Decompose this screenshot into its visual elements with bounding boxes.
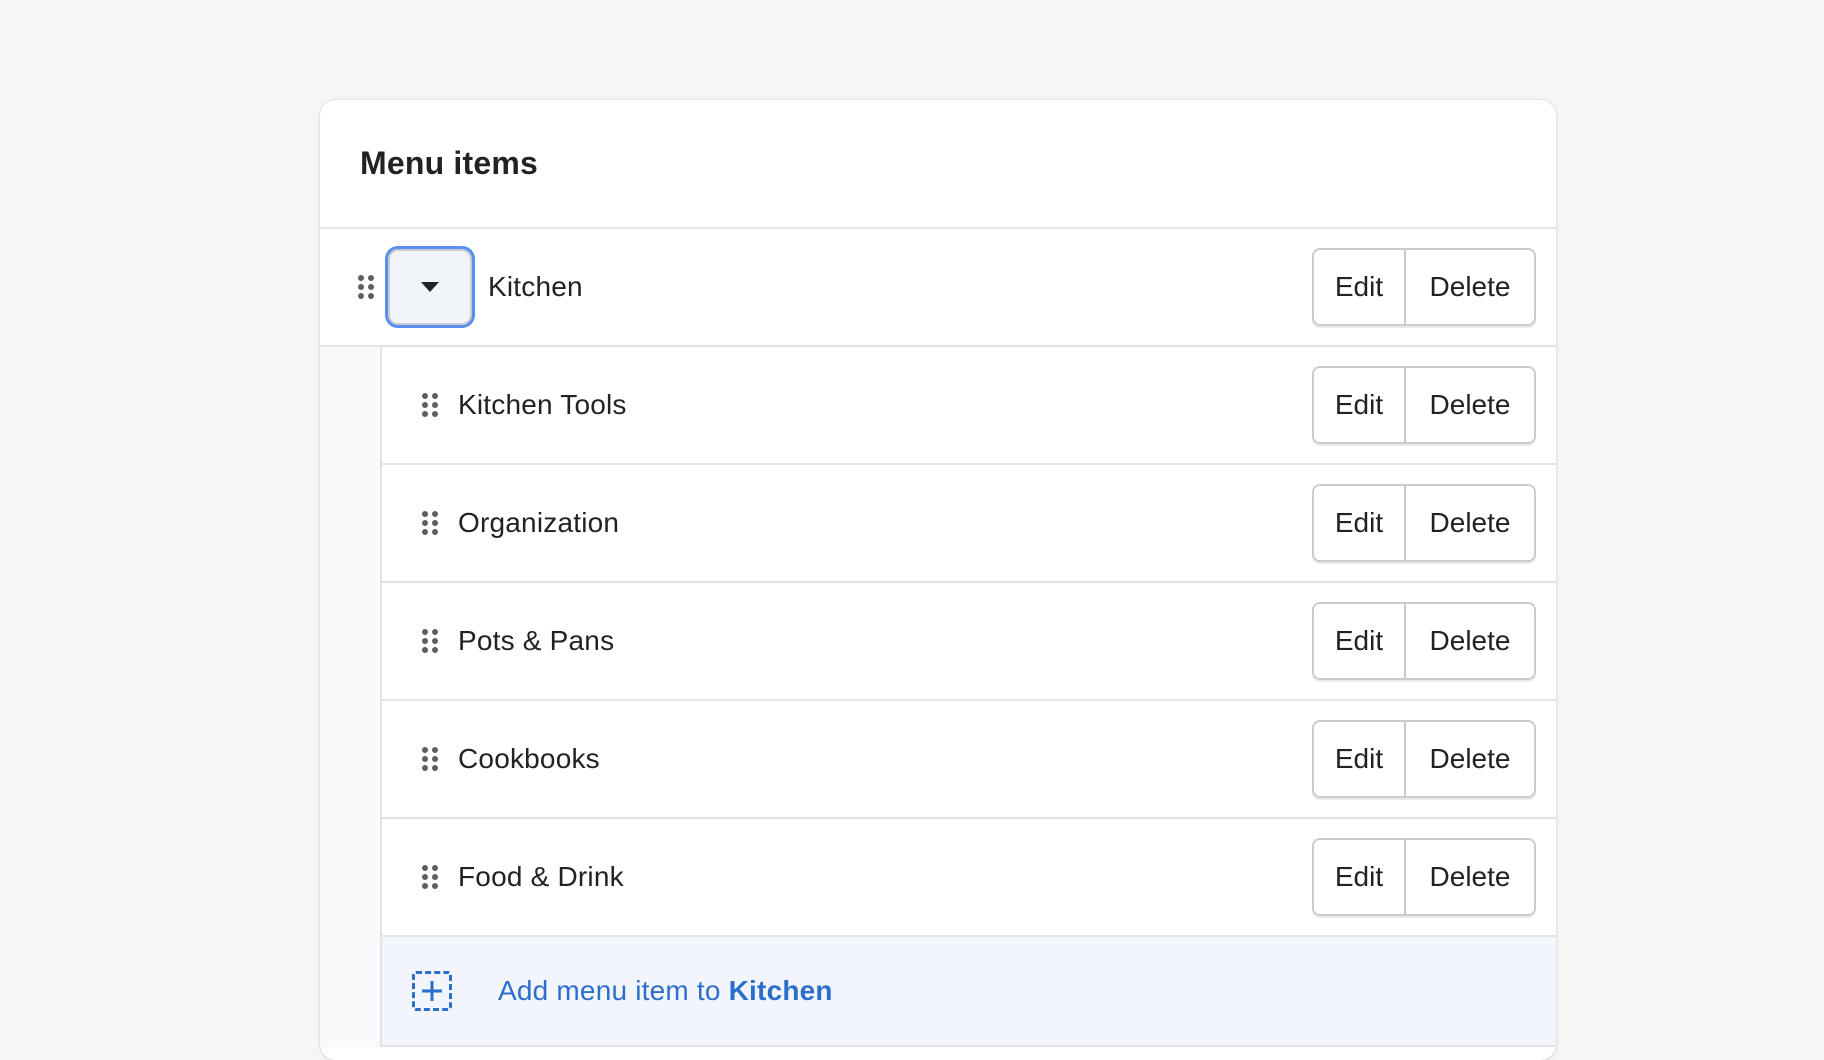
add-menu-item-button[interactable]: Add menu item to Kitchen	[382, 937, 1556, 1047]
drag-handle-icon[interactable]	[422, 393, 438, 417]
edit-button[interactable]: Edit	[1314, 250, 1406, 324]
item-actions: Edit Delete	[1312, 248, 1536, 326]
add-dashed-icon	[412, 971, 452, 1011]
delete-button[interactable]: Delete	[1406, 840, 1534, 914]
edit-button[interactable]: Edit	[1314, 840, 1406, 914]
caret-down-icon	[421, 282, 439, 292]
delete-button[interactable]: Delete	[1406, 604, 1534, 678]
menu-item-kitchen: Kitchen Edit Delete	[320, 229, 1556, 347]
delete-button[interactable]: Delete	[1406, 486, 1534, 560]
item-actions: Edit Delete	[1312, 838, 1536, 916]
nested-items: Kitchen Tools Edit Delete Organization E…	[320, 347, 1556, 1047]
collapse-toggle-button[interactable]	[388, 249, 472, 325]
menu-item-pots-pans: Pots & Pans Edit Delete	[382, 583, 1556, 701]
delete-button[interactable]: Delete	[1406, 368, 1534, 442]
drag-handle-icon[interactable]	[422, 865, 438, 889]
delete-button[interactable]: Delete	[1406, 722, 1534, 796]
edit-button[interactable]: Edit	[1314, 604, 1406, 678]
card-title: Menu items	[360, 145, 539, 181]
item-actions: Edit Delete	[1312, 720, 1536, 798]
item-actions: Edit Delete	[1312, 366, 1536, 444]
menu-item-food-drink: Food & Drink Edit Delete	[382, 819, 1556, 937]
item-actions: Edit Delete	[1312, 484, 1536, 562]
delete-button[interactable]: Delete	[1406, 250, 1534, 324]
drag-handle-icon[interactable]	[422, 629, 438, 653]
add-menu-item-link[interactable]: Add menu item to Kitchen	[498, 975, 833, 1007]
menu-item-kitchen-tools: Kitchen Tools Edit Delete	[382, 347, 1556, 465]
add-menu-item-prefix: Add menu item to	[498, 975, 729, 1006]
card-header: Menu items	[320, 100, 1556, 229]
edit-button[interactable]: Edit	[1314, 722, 1406, 796]
drag-handle-icon[interactable]	[422, 747, 438, 771]
item-actions: Edit Delete	[1312, 602, 1536, 680]
edit-button[interactable]: Edit	[1314, 368, 1406, 442]
drag-handle-icon[interactable]	[422, 511, 438, 535]
menu-items-card: Menu items Kitchen Edit Delete Kitchen T…	[320, 100, 1556, 1060]
edit-button[interactable]: Edit	[1314, 486, 1406, 560]
add-menu-item-target: Kitchen	[728, 975, 833, 1006]
drag-handle-icon[interactable]	[358, 275, 374, 299]
menu-item-cookbooks: Cookbooks Edit Delete	[382, 701, 1556, 819]
nested-items-list: Kitchen Tools Edit Delete Organization E…	[380, 347, 1556, 1047]
menu-item-organization: Organization Edit Delete	[382, 465, 1556, 583]
